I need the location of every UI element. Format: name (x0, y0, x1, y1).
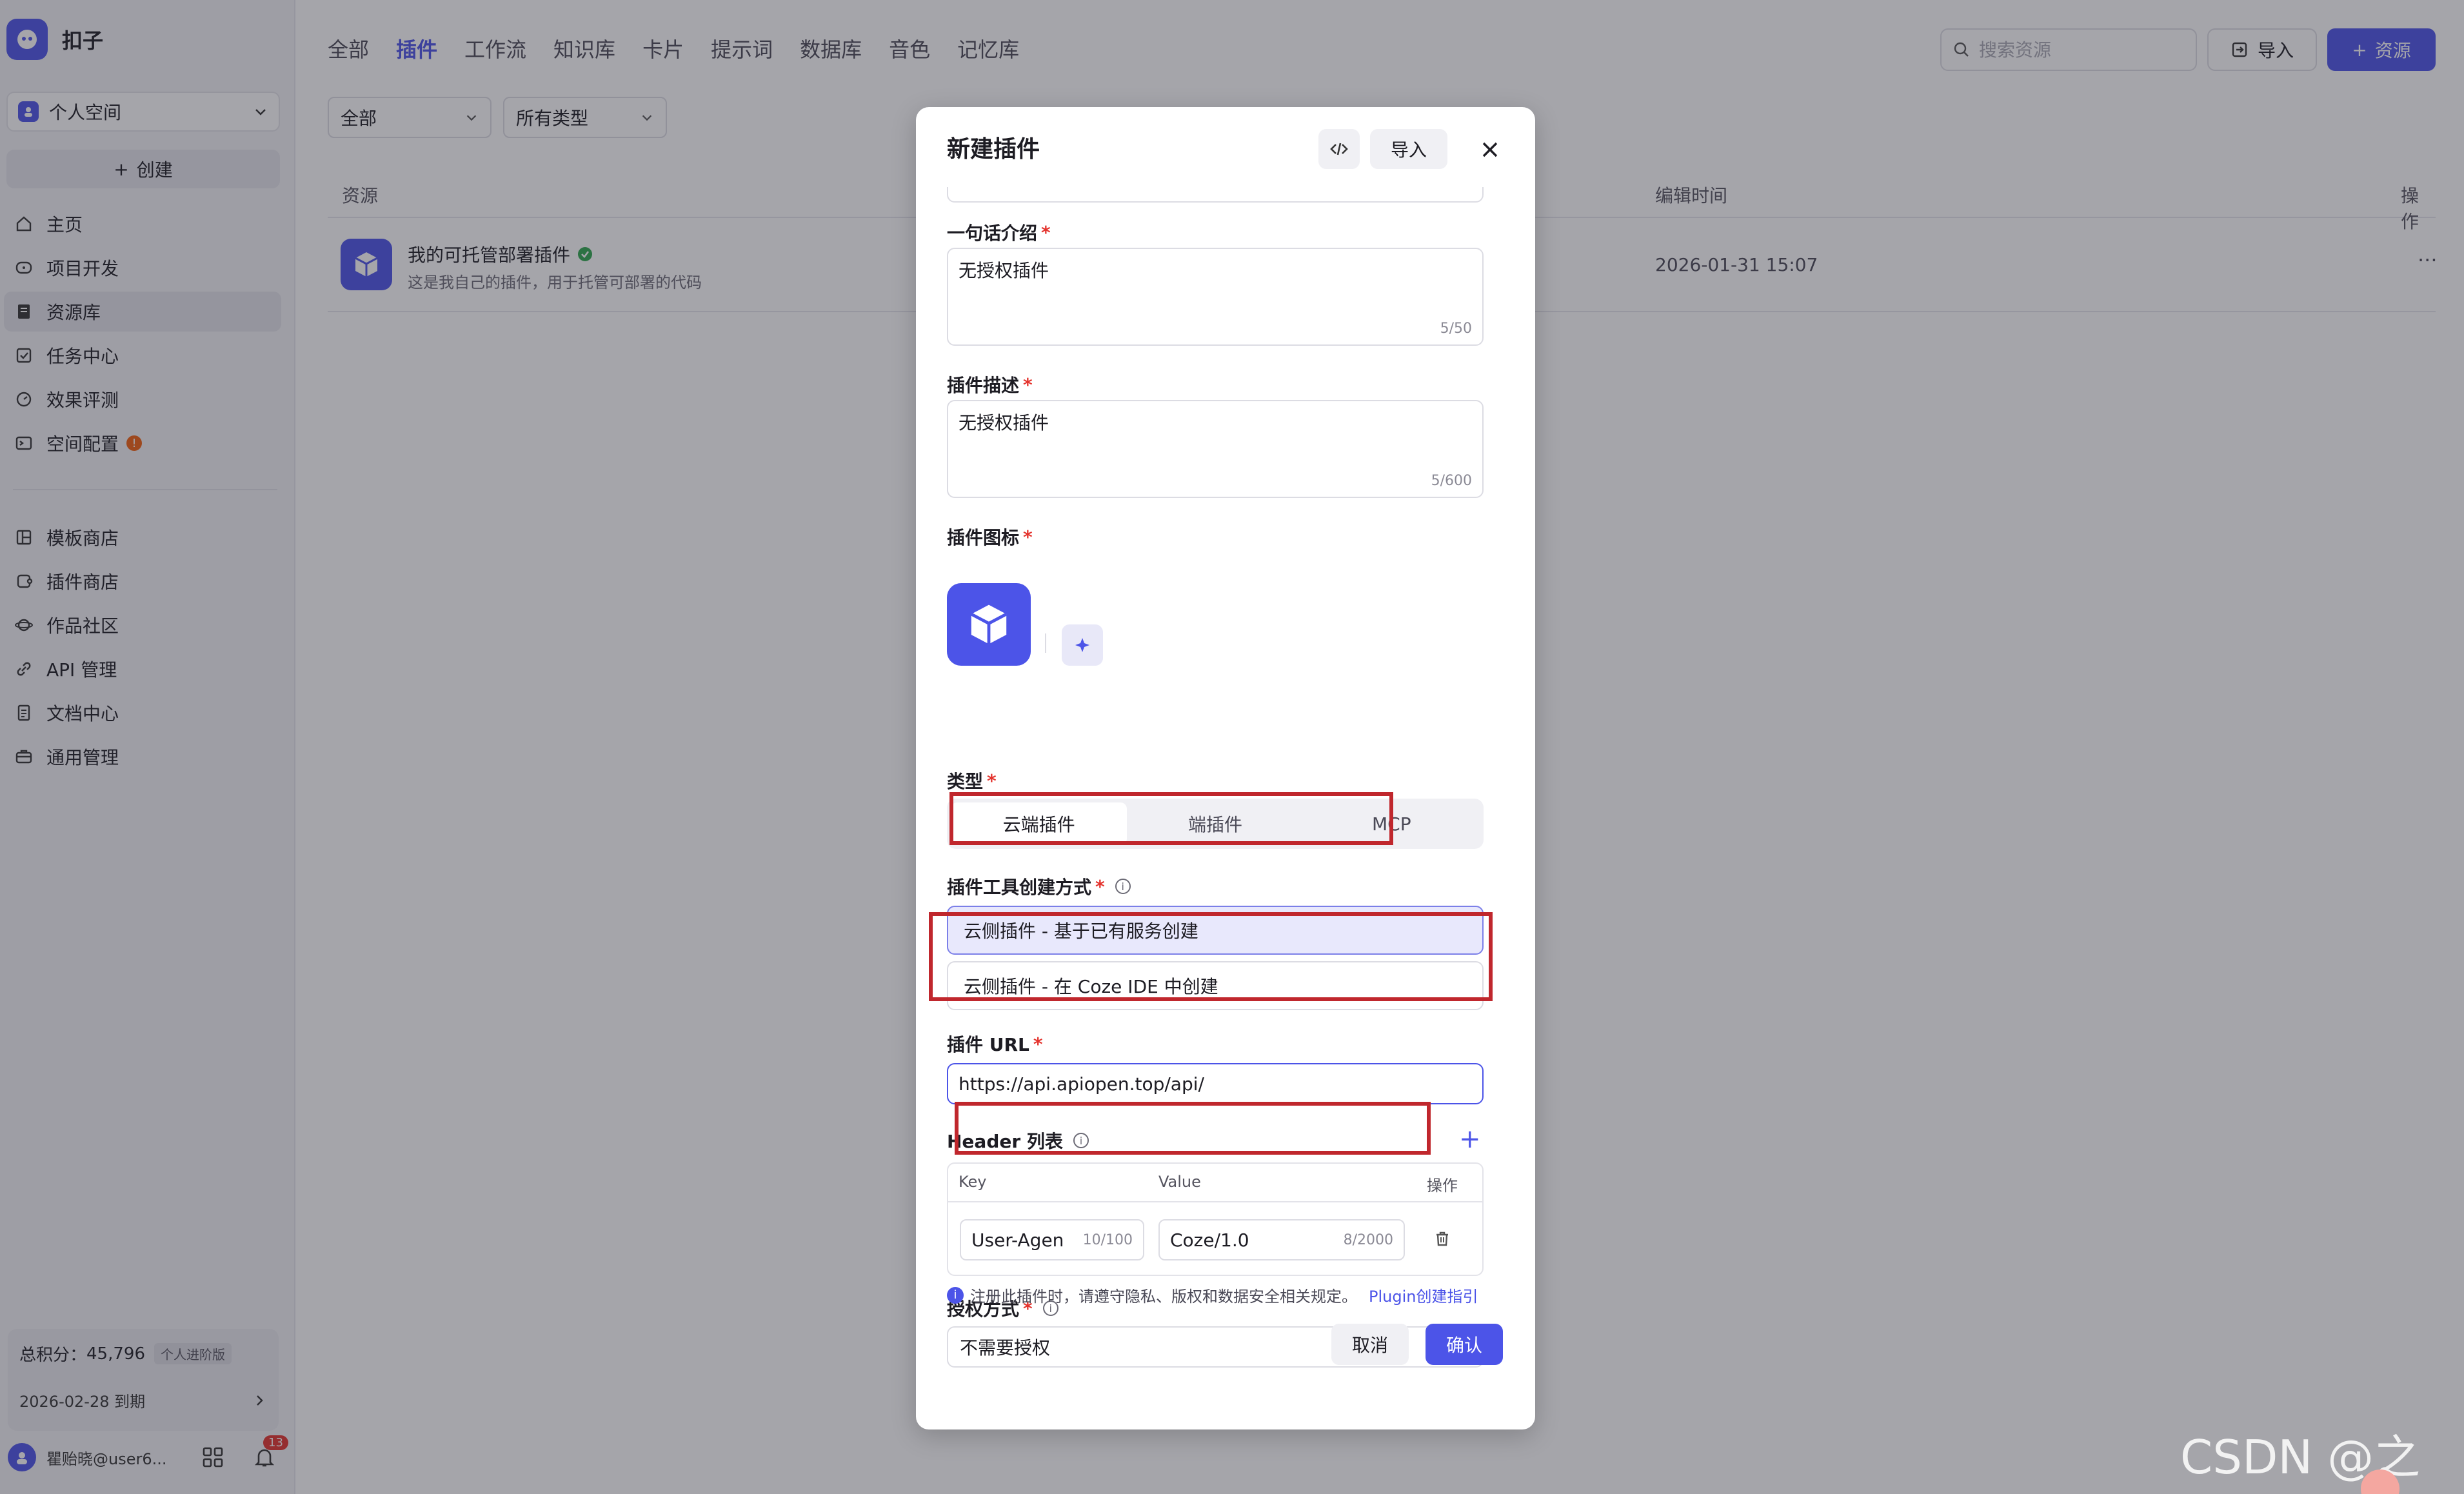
plugin-name-field[interactable] (947, 187, 1484, 203)
plugin-icon-upload[interactable] (947, 583, 1031, 666)
header-value-value: Coze/1.0 (1170, 1229, 1249, 1251)
code-view-button[interactable] (1318, 129, 1360, 169)
intro-label-text: 一句话介绍 (947, 223, 1038, 244)
create-plugin-dialog: 新建插件 导入 一句话介绍 * 无授权插件 5/50 插件描述 * 无授权插件 5/… (916, 107, 1535, 1429)
intro-textarea[interactable]: 无授权插件 5/50 (947, 248, 1484, 346)
column-value: Value (1158, 1173, 1201, 1191)
intro-count: 5/50 (1440, 321, 1472, 337)
trash-icon[interactable] (1433, 1230, 1451, 1248)
description-count: 5/600 (1431, 473, 1472, 489)
plugin-url-input[interactable]: https://api.apiopen.top/api/ (947, 1063, 1484, 1104)
annotation-box-creation-method (949, 792, 1393, 845)
column-actions: 操作 (1427, 1177, 1458, 1195)
required-mark: * (987, 770, 997, 792)
header-table: Key Value 操作 User-Agen 10/100 Coze/1.0 8… (947, 1162, 1484, 1276)
description-value: 无授权插件 (959, 412, 1049, 433)
description-textarea[interactable]: 无授权插件 5/600 (947, 400, 1484, 498)
required-mark: * (1033, 1033, 1043, 1055)
add-header-button[interactable]: + (1459, 1126, 1481, 1152)
header-key-input[interactable]: User-Agen 10/100 (960, 1219, 1144, 1260)
required-mark: * (1041, 221, 1051, 243)
notice-text: 注册此插件时，请遵守隐私、版权和数据安全相关规定。 (970, 1288, 1357, 1306)
type-label-text: 类型 (947, 771, 984, 792)
intro-label: 一句话介绍 * (947, 219, 1051, 245)
url-label: 插件 URL * (947, 1031, 1043, 1057)
required-mark: * (1023, 374, 1033, 395)
header-table-head: Key Value 操作 (948, 1164, 1482, 1202)
icon-label: 插件图标 * (947, 524, 1033, 550)
close-button[interactable] (1476, 135, 1504, 164)
intro-value: 无授权插件 (959, 260, 1049, 281)
dialog-import-button[interactable]: 导入 (1370, 129, 1447, 169)
type-label: 类型 * (947, 768, 997, 793)
sparkle-icon (1075, 638, 1089, 652)
header-value-count: 8/2000 (1343, 1231, 1393, 1248)
header-key-count: 10/100 (1082, 1231, 1133, 1248)
confirm-button[interactable]: 确认 (1426, 1324, 1503, 1365)
info-icon[interactable]: i (1115, 879, 1131, 894)
icon-label-text: 插件图标 (947, 527, 1020, 548)
code-icon (1330, 143, 1348, 155)
cancel-button[interactable]: 取消 (1331, 1324, 1409, 1365)
auth-method-value: 不需要授权 (960, 1337, 1051, 1359)
creation-method-label: 插件工具创建方式 * i (947, 873, 1131, 899)
plugin-cube-icon (970, 604, 1008, 644)
header-key-value: User-Agen (971, 1229, 1064, 1251)
ai-generate-icon-button[interactable] (1062, 624, 1103, 666)
description-label: 插件描述 * (947, 372, 1033, 397)
required-mark: * (1023, 526, 1033, 548)
annotation-box-header-row (955, 1102, 1431, 1155)
header-value-input[interactable]: Coze/1.0 8/2000 (1158, 1219, 1405, 1260)
required-mark: * (1095, 875, 1105, 897)
compliance-notice: i 注册此插件时，请遵守隐私、版权和数据安全相关规定。 Plugin创建指引 (947, 1284, 1478, 1306)
creation-method-label-text: 插件工具创建方式 (947, 877, 1092, 898)
annotation-box-plugin-url (929, 912, 1493, 1001)
icon-separator (1045, 633, 1046, 653)
url-label-text: 插件 URL (947, 1034, 1029, 1055)
watermark: CSDN @之歆 (2180, 1430, 2421, 1484)
description-label-text: 插件描述 (947, 375, 1020, 396)
dialog-title: 新建插件 (947, 136, 1040, 163)
column-key: Key (959, 1173, 987, 1191)
info-icon: i (947, 1286, 964, 1304)
app-root: 扣子 个人空间 + 创建 主页 项目开发 资源库 任务中心 效果评测 空间配置 … (0, 0, 2464, 1494)
close-icon (1482, 142, 1498, 157)
plugin-guide-link[interactable]: Plugin创建指引 (1369, 1284, 1478, 1306)
